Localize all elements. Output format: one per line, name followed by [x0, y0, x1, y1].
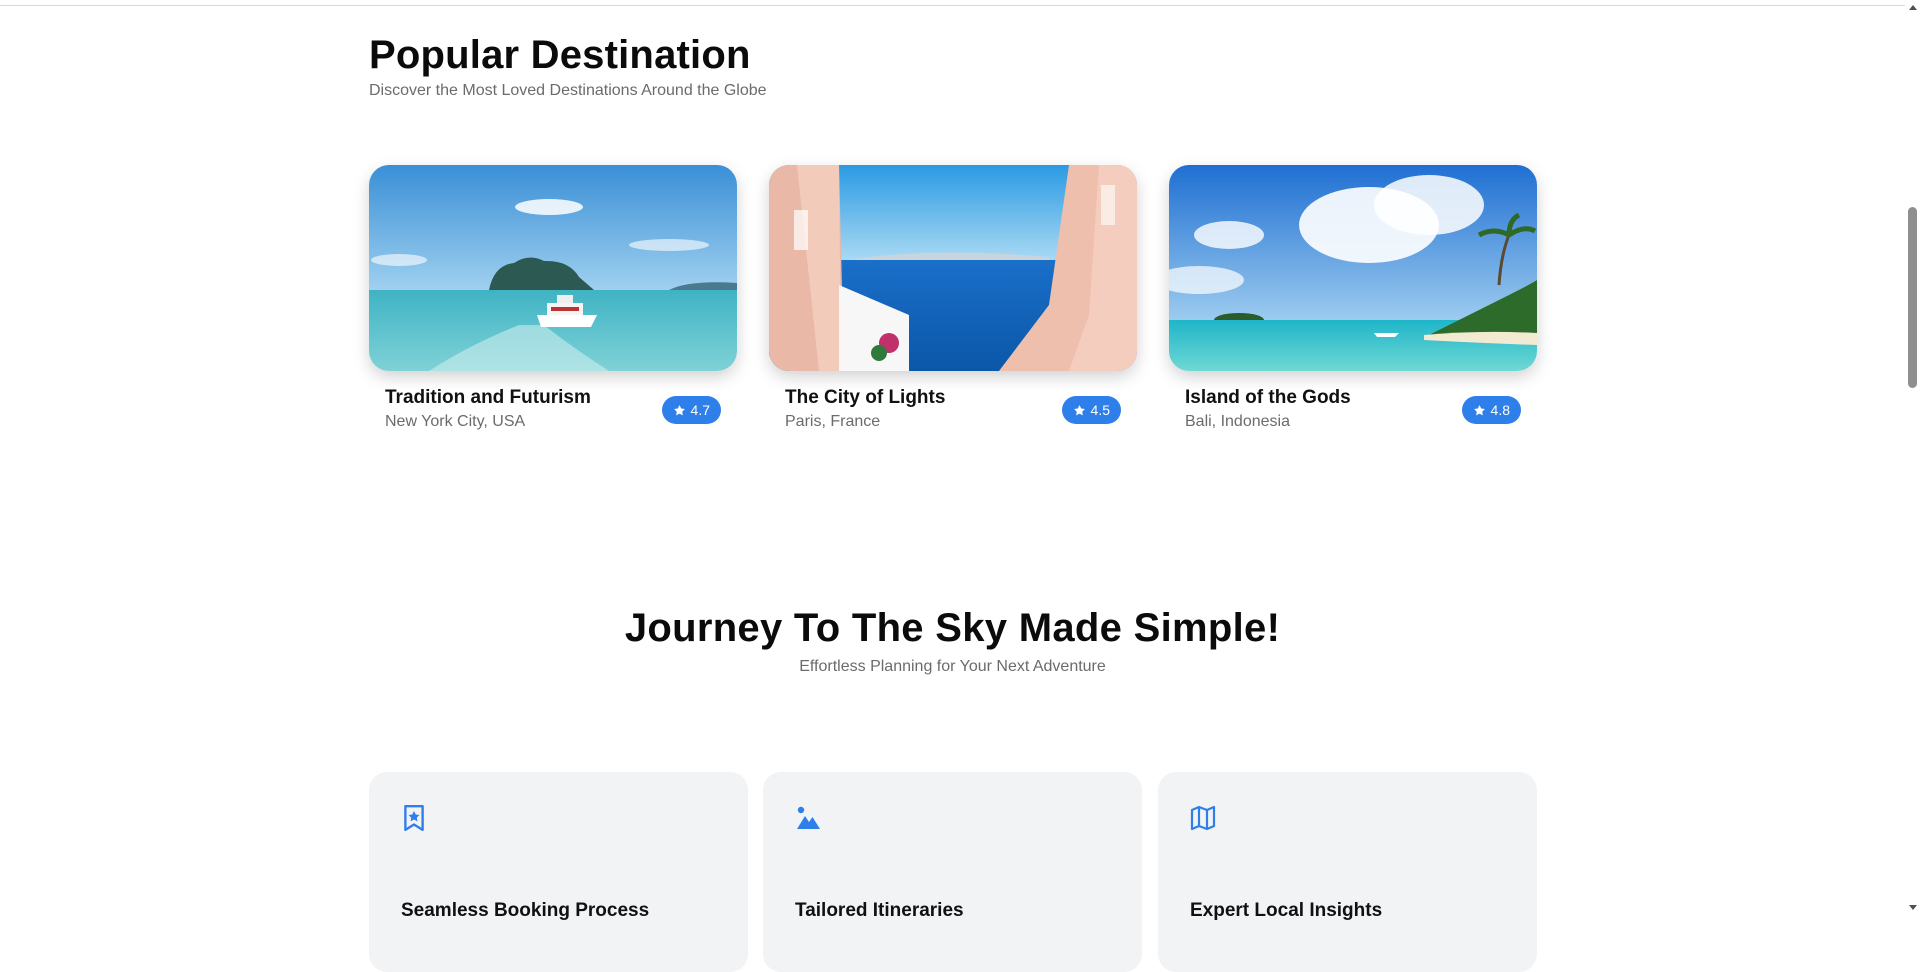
rating-value: 4.5 — [1090, 402, 1110, 418]
star-icon — [673, 404, 685, 415]
top-divider — [0, 5, 1905, 6]
destination-image[interactable] — [369, 165, 737, 371]
section-subtitle: Discover the Most Loved Destinations Aro… — [369, 82, 767, 99]
section-title: Popular Destination — [369, 33, 751, 77]
scroll-down-icon[interactable] — [1905, 900, 1920, 915]
destination-title[interactable]: The City of Lights — [785, 387, 945, 409]
star-icon — [1473, 404, 1485, 415]
feature-title: Tailored Itineraries — [795, 900, 964, 921]
rating-badge: 4.5 — [1061, 396, 1121, 424]
feature-card: Tailored Itineraries — [763, 772, 1142, 972]
map-icon — [1190, 805, 1216, 831]
rating-badge: 4.7 — [661, 396, 721, 424]
feature-card: Seamless Booking Process — [369, 772, 748, 972]
feature-title: Seamless Booking Process — [401, 900, 650, 921]
scroll-thumb[interactable] — [1908, 207, 1917, 388]
mountain-icon — [797, 806, 820, 829]
bookmark-star-icon — [404, 804, 424, 832]
destination-card[interactable]: The City of Lights Paris, France 4.5 — [769, 165, 1137, 430]
rating-value: 4.8 — [1490, 402, 1510, 418]
destination-location: Bali, Indonesia — [1185, 413, 1290, 430]
rating-badge: 4.8 — [1461, 396, 1521, 424]
feature-title: Expert Local Insights — [1190, 900, 1383, 921]
journey-subtitle: Effortless Planning for Your Next Advent… — [799, 658, 1106, 675]
destination-image[interactable] — [1169, 165, 1537, 371]
destination-image[interactable] — [769, 165, 1137, 371]
scroll-up-icon[interactable] — [1905, 0, 1920, 15]
star-icon — [1073, 404, 1085, 415]
destination-title[interactable]: Tradition and Futurism — [385, 387, 591, 409]
destination-card[interactable]: Tradition and Futurism New York City, US… — [369, 165, 737, 430]
destination-card[interactable]: Island of the Gods Bali, Indonesia 4.8 — [1169, 165, 1537, 430]
destination-location: New York City, USA — [385, 413, 526, 430]
destination-title[interactable]: Island of the Gods — [1185, 387, 1351, 409]
feature-card: Expert Local Insights — [1158, 772, 1537, 972]
page-scrollbar[interactable] — [1905, 0, 1920, 915]
destination-location: Paris, France — [785, 413, 881, 430]
rating-value: 4.7 — [690, 402, 710, 418]
journey-title: Journey To The Sky Made Simple! — [624, 606, 1281, 650]
